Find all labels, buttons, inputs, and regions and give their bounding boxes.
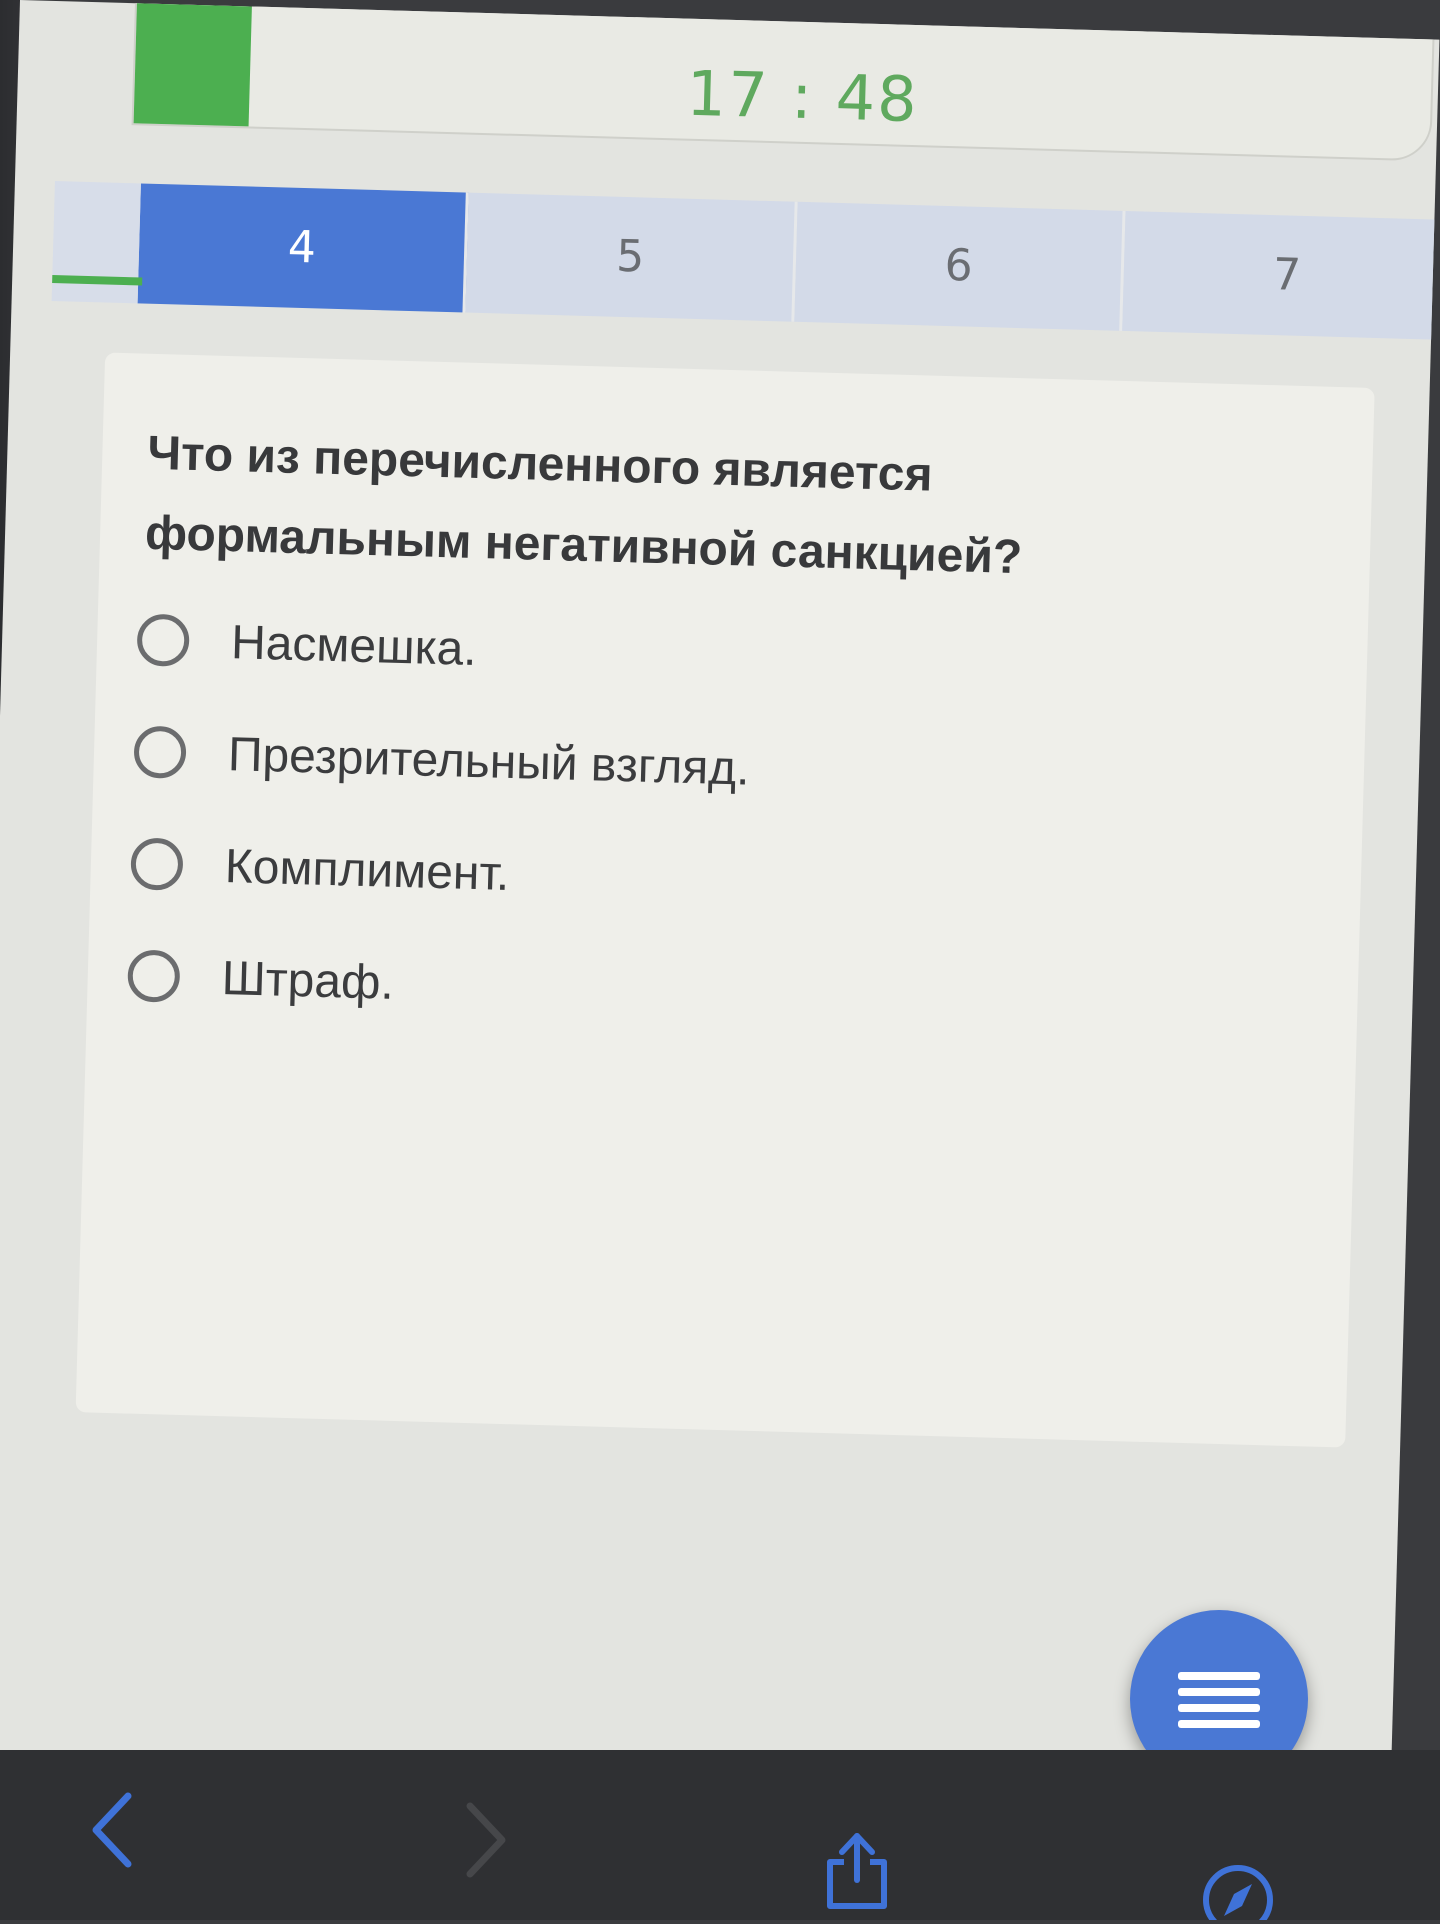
back-button[interactable]	[88, 1790, 138, 1874]
forward-button[interactable]	[460, 1800, 510, 1884]
radio-button-icon[interactable]	[127, 949, 181, 1003]
share-button[interactable]	[822, 1830, 892, 1914]
forward-arrow-icon	[466, 1802, 506, 1878]
option-label: Штраф.	[221, 951, 395, 1010]
menu-icon	[1178, 1672, 1260, 1728]
question-tabs: 4 5 6 7	[51, 181, 1440, 341]
timer-bar: 17 : 48	[131, 0, 1435, 162]
option-label: Насмешка.	[230, 615, 478, 676]
compass-icon	[1203, 1865, 1273, 1924]
option-label: Презрительный взгляд.	[227, 727, 751, 796]
app-screen: 17 : 48 4 5 6 7 Что из перечисленного яв…	[0, 0, 1440, 1799]
question-text: Что из перечисленного является формальны…	[144, 426, 1023, 585]
question-card: Что из перечисленного является формальны…	[75, 352, 1375, 1448]
compass-button[interactable]	[1200, 1862, 1276, 1924]
answer-options: Насмешка. Презрительный взгляд. Комплиме…	[126, 584, 1238, 1063]
option-label: Комплимент.	[224, 839, 511, 901]
tab-question-7[interactable]: 7	[1122, 210, 1440, 341]
tab-previous-partial[interactable]	[51, 181, 143, 304]
answered-indicator	[52, 275, 143, 286]
share-icon	[827, 1833, 887, 1909]
radio-button-icon[interactable]	[130, 837, 184, 891]
timer-text: 17 : 48	[685, 56, 920, 137]
back-arrow-icon	[92, 1792, 132, 1868]
radio-button-icon[interactable]	[136, 613, 190, 667]
tab-question-5[interactable]: 5	[465, 192, 798, 322]
radio-button-icon[interactable]	[133, 725, 187, 779]
tab-question-4[interactable]: 4	[137, 183, 470, 313]
tab-question-6[interactable]: 6	[794, 201, 1127, 331]
